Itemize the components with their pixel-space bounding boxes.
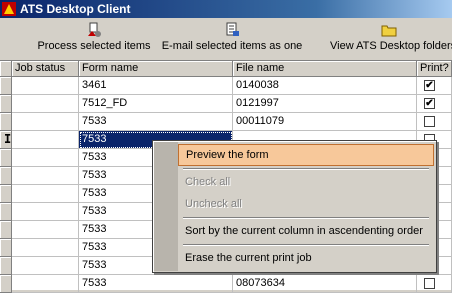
menu-item-preview[interactable]: Preview the form <box>178 144 434 166</box>
row-indicator[interactable] <box>0 95 12 113</box>
cell-file-name[interactable]: 0140038 <box>233 77 417 95</box>
header-file-name[interactable]: File name <box>233 61 417 77</box>
cell-job-status[interactable] <box>12 257 79 275</box>
process-selected-button[interactable]: Process selected items <box>35 18 153 60</box>
row-indicator[interactable] <box>0 185 12 203</box>
header-job-status[interactable]: Job status <box>12 61 79 77</box>
process-icon <box>88 22 101 37</box>
cell-job-status[interactable] <box>12 239 79 257</box>
cell-form-name[interactable]: 7533 <box>79 275 233 293</box>
email-icon <box>226 22 239 36</box>
menu-gutter <box>154 142 178 271</box>
text-cursor-icon: I <box>4 132 12 146</box>
cell-job-status[interactable] <box>12 203 79 221</box>
table-row[interactable]: 3461 0140038 ✔ <box>0 77 452 95</box>
email-selected-button[interactable]: E-mail selected items as one <box>160 18 304 60</box>
app-icon <box>2 2 16 16</box>
menu-item-erase[interactable]: Erase the current print job <box>178 247 434 269</box>
table-row[interactable]: 7533 08073634 <box>0 275 452 293</box>
menu-separator <box>183 168 429 170</box>
email-label: E-mail selected items as one <box>161 40 303 52</box>
cell-job-status[interactable] <box>12 77 79 95</box>
cell-job-status[interactable] <box>12 185 79 203</box>
row-indicator[interactable] <box>0 149 12 167</box>
sort-label: Sort by the current column in ascendenti… <box>185 225 423 237</box>
cell-print: ✔ <box>417 95 452 113</box>
title-bar: ATS Desktop Client <box>0 0 452 18</box>
view-label: View ATS Desktop folders <box>330 40 452 52</box>
cell-form-name[interactable]: 7512_FD <box>79 95 233 113</box>
print-checkbox[interactable]: ✔ <box>424 80 435 91</box>
cell-job-status[interactable] <box>12 221 79 239</box>
view-folders-button[interactable]: View ATS Desktop folders <box>326 18 452 60</box>
menu-item-check-all[interactable]: Check all <box>178 171 434 193</box>
menu-item-uncheck-all[interactable]: Uncheck all <box>178 193 434 215</box>
preview-label: Preview the form <box>186 149 269 161</box>
erase-label: Erase the current print job <box>185 252 312 264</box>
cell-file-name[interactable]: 08073634 <box>233 275 417 293</box>
cell-print <box>417 275 452 293</box>
row-indicator[interactable] <box>0 275 12 293</box>
row-indicator[interactable] <box>0 167 12 185</box>
uncheck-all-label: Uncheck all <box>185 198 242 210</box>
menu-separator <box>183 217 429 219</box>
cell-job-status[interactable] <box>12 167 79 185</box>
row-indicator[interactable] <box>0 221 12 239</box>
header-form-name[interactable]: Form name <box>79 61 233 77</box>
folder-icon <box>381 25 397 37</box>
header-print[interactable]: Print? <box>417 61 452 77</box>
window-title: ATS Desktop Client <box>20 2 131 16</box>
table-row[interactable]: 7512_FD 0121997 ✔ <box>0 95 452 113</box>
process-label: Process selected items <box>37 40 151 52</box>
context-menu: Preview the form Check all Uncheck all S… <box>152 140 437 273</box>
print-checkbox[interactable]: ✔ <box>424 98 435 109</box>
print-checkbox[interactable] <box>424 116 435 127</box>
row-indicator[interactable] <box>0 113 12 131</box>
print-checkbox[interactable] <box>424 278 435 289</box>
cell-file-name[interactable]: 0121997 <box>233 95 417 113</box>
menu-item-sort[interactable]: Sort by the current column in ascendenti… <box>178 220 434 242</box>
cell-print <box>417 113 452 131</box>
cell-file-name[interactable]: 00011079 <box>233 113 417 131</box>
cell-form-name[interactable]: 3461 <box>79 77 233 95</box>
menu-separator <box>183 244 429 246</box>
cell-print: ✔ <box>417 77 452 95</box>
cell-job-status[interactable] <box>12 95 79 113</box>
cell-job-status[interactable] <box>12 113 79 131</box>
check-all-label: Check all <box>185 176 231 188</box>
cell-job-status[interactable] <box>12 275 79 293</box>
row-indicator[interactable] <box>0 203 12 221</box>
cell-job-status[interactable] <box>12 131 79 149</box>
cell-form-name[interactable]: 7533 <box>79 113 233 131</box>
toolbar: Process selected items E-mail selected i… <box>0 18 452 61</box>
row-indicator[interactable] <box>0 239 12 257</box>
table-row[interactable]: 7533 00011079 <box>0 113 452 131</box>
row-indicator-header <box>0 61 12 77</box>
row-indicator[interactable] <box>0 77 12 95</box>
cell-job-status[interactable] <box>12 149 79 167</box>
row-indicator[interactable] <box>0 257 12 275</box>
